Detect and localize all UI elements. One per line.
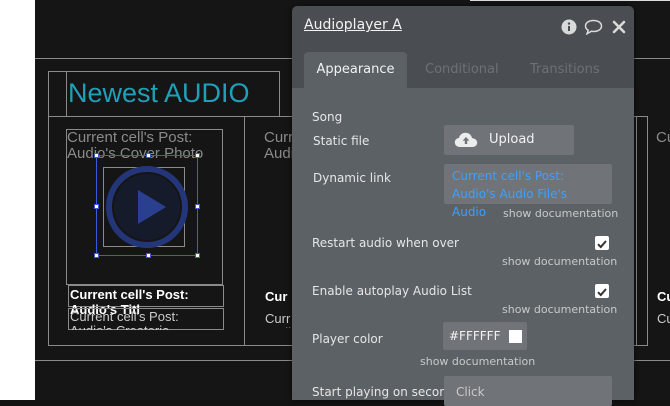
restart-audio-label: Restart audio when over [312,236,459,250]
dynamic-link-expression[interactable]: Current cell's Post: Audio's Audio File'… [444,164,612,219]
enable-autoplay-label: Enable autoplay Audio List [312,284,472,298]
static-file-label: Static file [313,134,370,148]
start-playing-placeholder: Click [456,385,485,399]
comment-icon[interactable] [584,19,603,35]
repeating-group-column-divider [244,116,245,346]
show-documentation-link[interactable]: show documentation [502,303,617,316]
page-title[interactable]: Newest AUDIO [68,78,250,109]
top-edge-line [470,0,670,1]
resize-handle[interactable] [146,253,151,258]
resize-handle[interactable] [195,253,200,258]
cover-photo-dynamic-label: Cu [656,130,670,146]
dynamic-link-label: Dynamic link [313,171,391,185]
color-swatch [509,330,522,343]
restart-audio-checkbox[interactable] [595,236,609,250]
player-color-label: Player color [312,332,383,346]
upload-button-label: Upload [489,132,535,147]
resize-handle[interactable] [94,204,99,209]
repeating-group-column-divider [636,116,637,346]
checkmark-icon [597,288,607,297]
resize-handle[interactable] [195,153,200,158]
tab-transitions[interactable]: Transitions [530,52,600,88]
resize-handle[interactable] [146,153,151,158]
audio-creator-text: Curr Audi [265,312,291,328]
show-documentation-link[interactable]: show documentation [502,255,617,268]
play-icon[interactable] [104,164,190,250]
audio-creator-text: Cu [657,312,670,326]
property-editor-panel[interactable]: Audioplayer A Appearance Conditional Tra… [292,6,634,406]
info-icon[interactable] [561,19,577,35]
resize-handle[interactable] [195,204,200,209]
audio-title-text: Cur Aud [265,289,288,303]
audio-title-text: Cu [657,289,670,303]
audio-creator-text: Current cell's Post: Audio's Creatoria [70,310,179,330]
song-label: Song [312,110,343,124]
enable-autoplay-checkbox[interactable] [595,284,609,298]
tab-appearance[interactable]: Appearance [304,52,407,88]
upload-button[interactable]: Upload [444,125,574,155]
checkmark-icon [597,240,607,249]
cover-photo-dynamic-label: Curr Audi [264,130,292,162]
start-playing-input[interactable]: Click [444,376,612,406]
start-playing-label: Start playing on secon [312,385,447,399]
title-group-inner-line [66,71,67,117]
player-color-picker[interactable]: #FFFFFF [443,322,527,350]
cloud-upload-icon [454,132,478,147]
element-name-title[interactable]: Audioplayer A [304,17,402,33]
close-icon[interactable] [612,20,626,34]
show-documentation-link[interactable]: show documentation [420,355,535,368]
player-color-value: #FFFFFF [449,329,501,343]
show-documentation-link[interactable]: show documentation [503,207,618,220]
resize-handle[interactable] [94,153,99,158]
page-margin [0,0,35,400]
tab-conditional[interactable]: Conditional [425,52,499,88]
resize-handle[interactable] [94,253,99,258]
